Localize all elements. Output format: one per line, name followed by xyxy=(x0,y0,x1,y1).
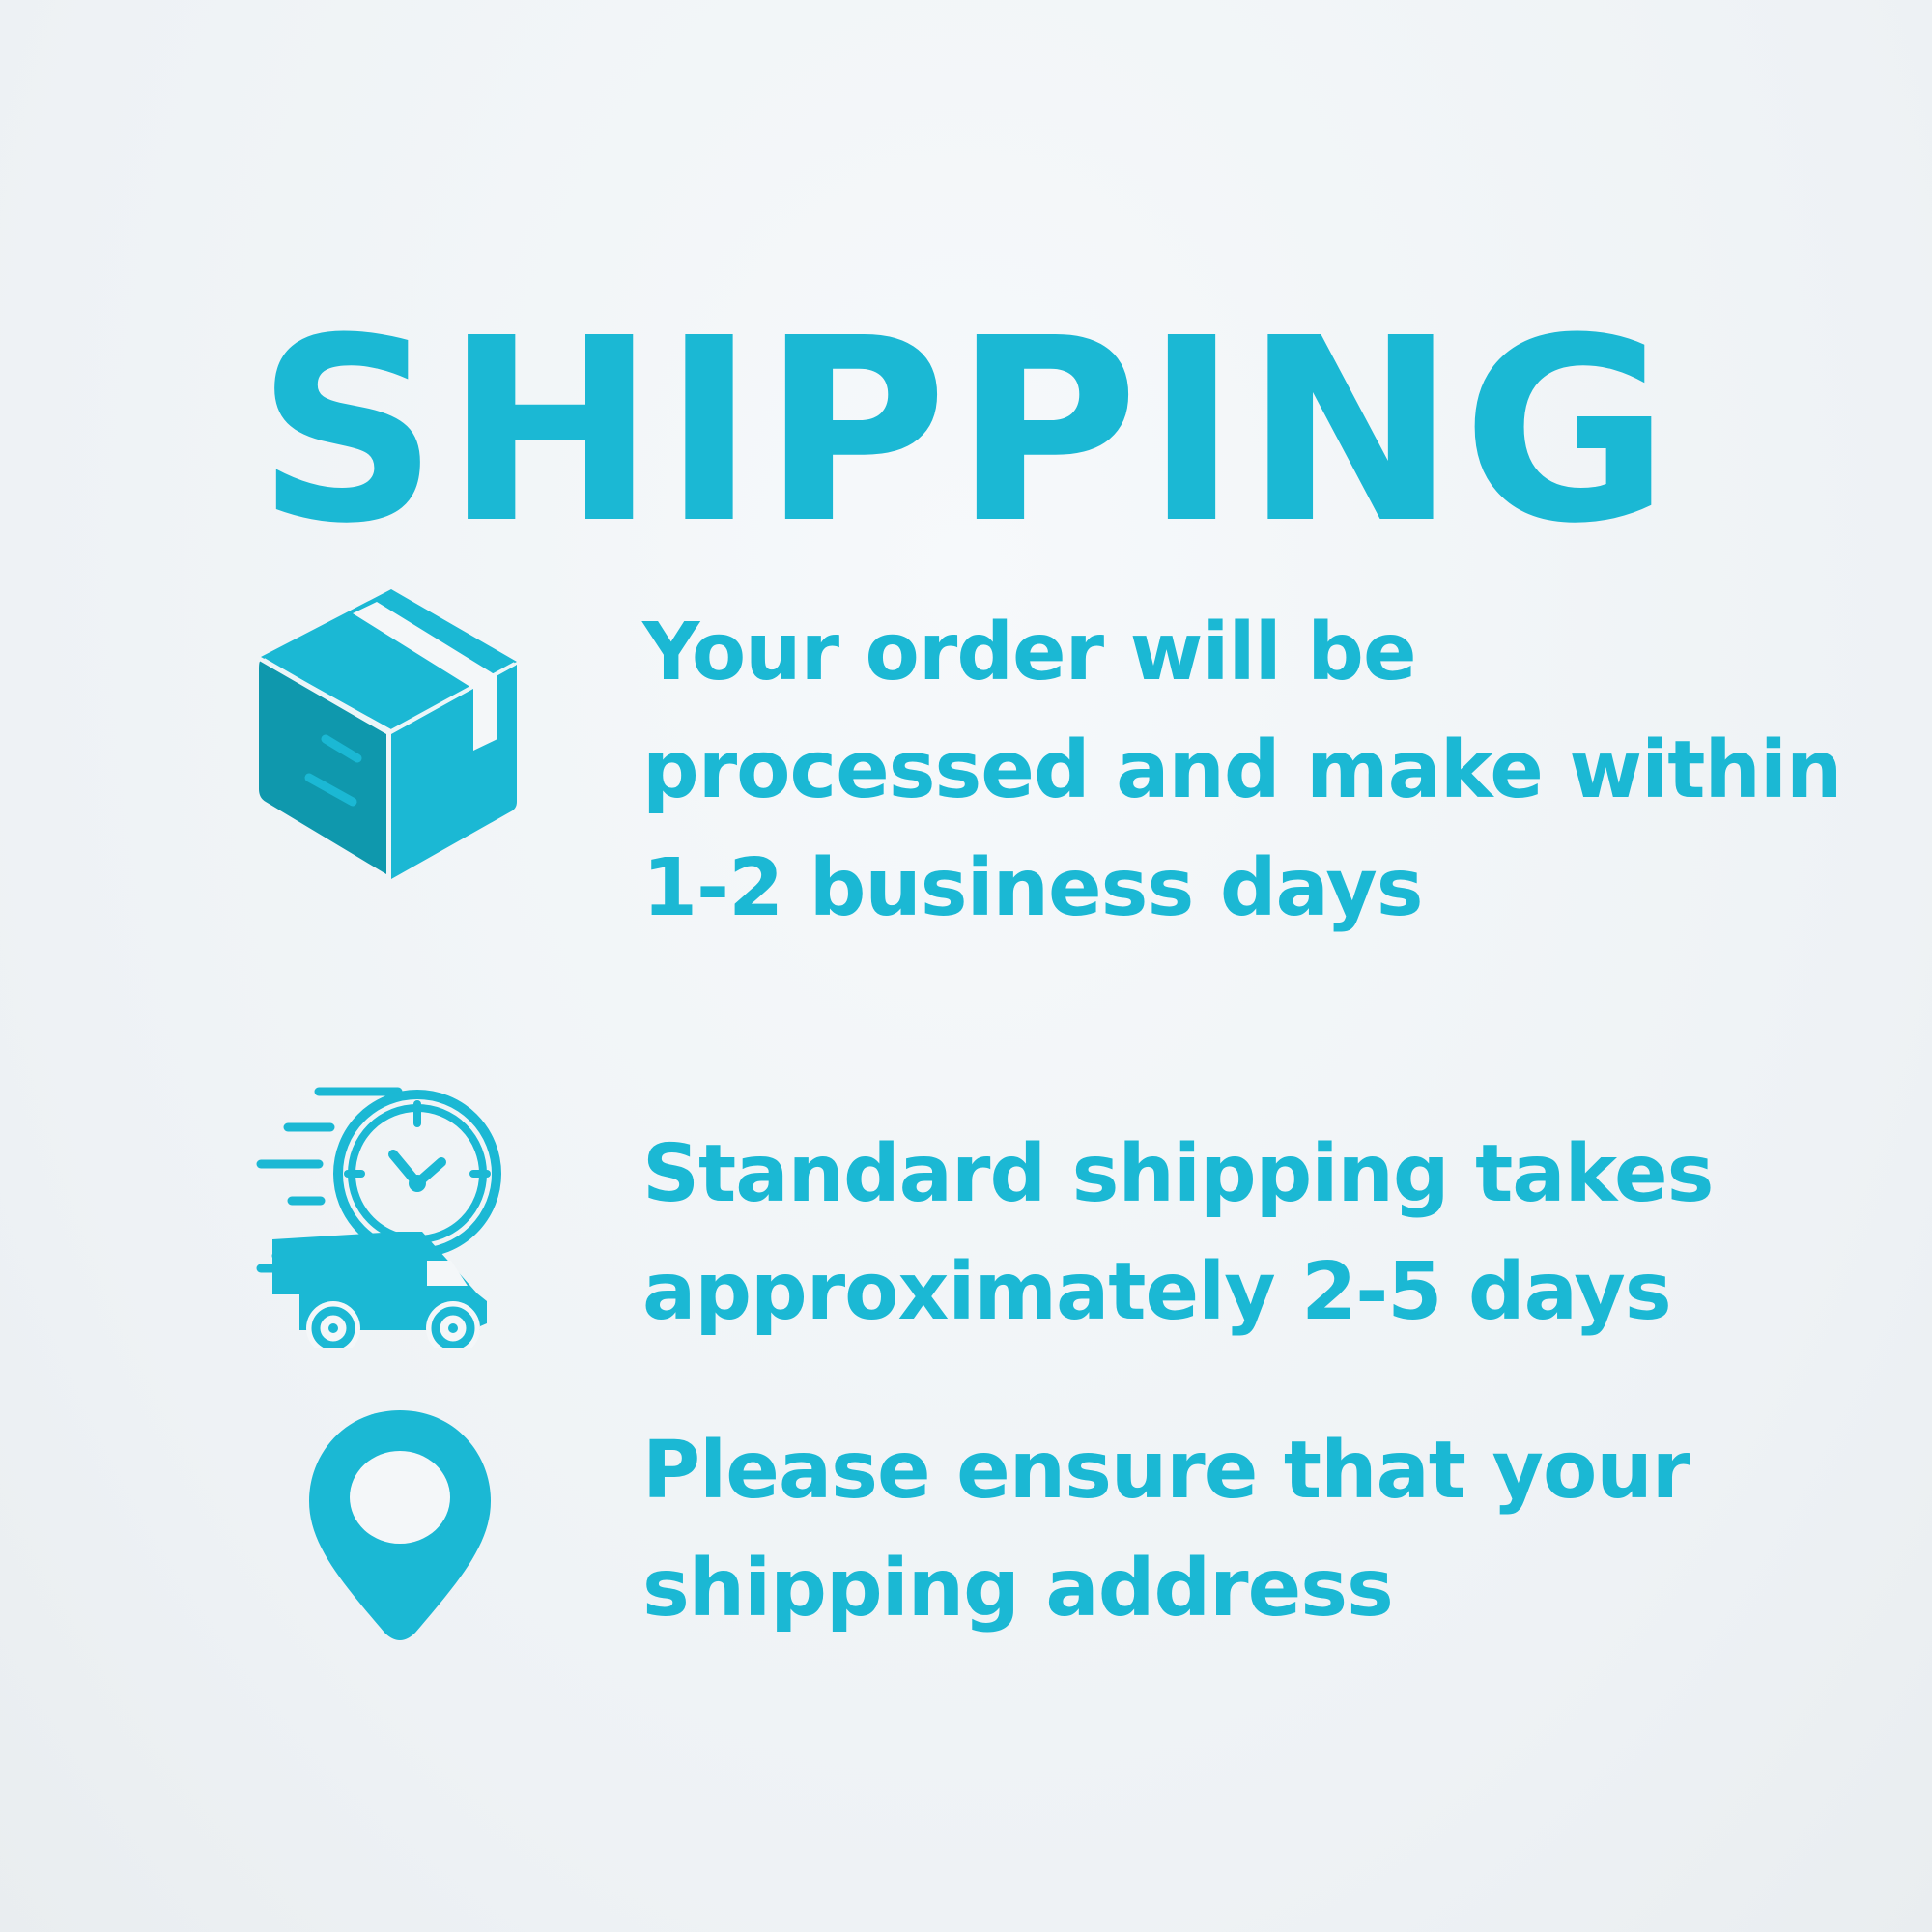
page-title: SHIPPING xyxy=(256,283,1676,579)
fast-delivery-truck-clock-icon xyxy=(253,1087,509,1348)
info-text-address: Please ensure that your shipping address xyxy=(642,1425,1690,1634)
info-text-delivery-time: Standard shipping takes approximately 2-… xyxy=(642,1128,1714,1338)
location-pin-icon xyxy=(307,1408,493,1642)
shipping-info-card: SHIPPING Your order will be processed an… xyxy=(0,0,1932,1932)
package-box-icon xyxy=(256,584,517,879)
info-text-processing: Your order will be processed and make wi… xyxy=(642,607,1842,934)
